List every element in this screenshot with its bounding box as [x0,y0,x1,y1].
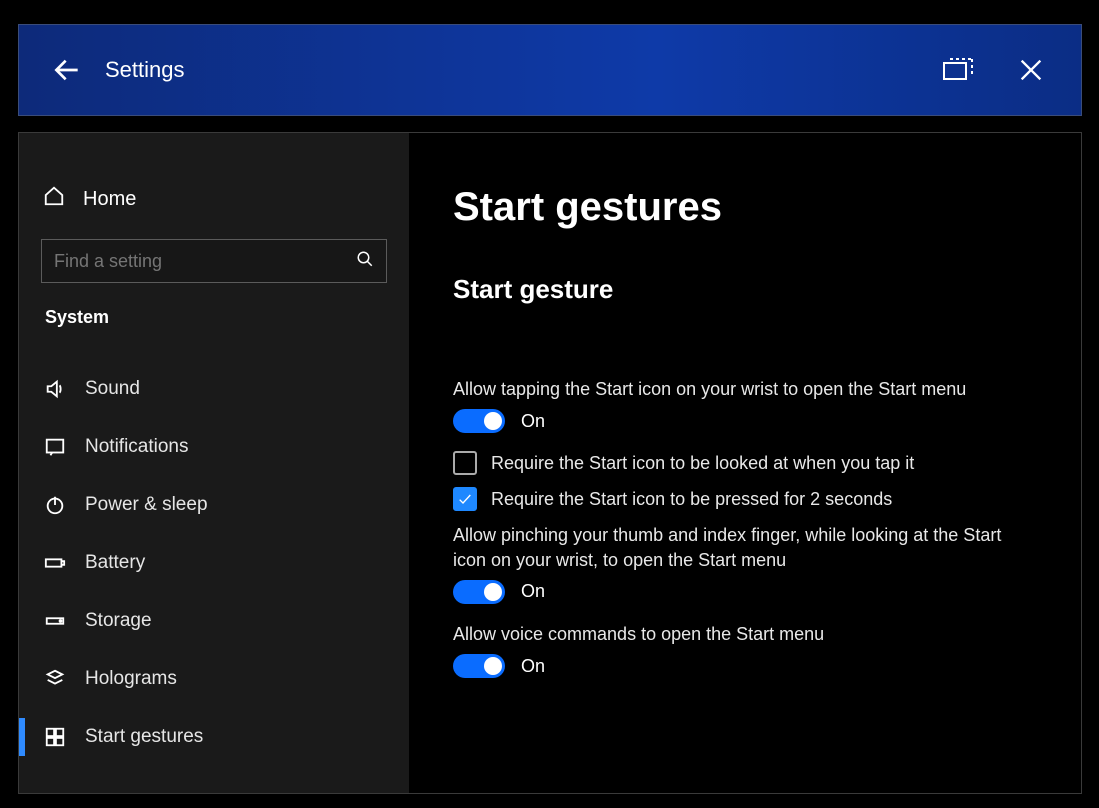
sidebar-home-label: Home [83,188,136,211]
search-icon [356,250,374,273]
window-title: Settings [105,57,185,83]
section-title: Start gesture [453,274,1021,305]
sidebar-item-label: Notifications [85,436,189,458]
start-gestures-icon [43,725,67,749]
setting-tap: Allow tapping the Start icon on your wri… [453,377,1021,433]
follow-me-icon [942,55,976,85]
setting-check-press: Require the Start icon to be pressed for… [453,487,1021,511]
search-box[interactable] [41,239,387,283]
sidebar-category: System [45,307,387,328]
search-input[interactable] [54,251,356,272]
setting-voice: Allow voice commands to open the Start m… [453,622,1021,678]
battery-icon [43,551,67,575]
setting-voice-label: Allow voice commands to open the Start m… [453,622,1013,646]
sidebar-item-start-gestures[interactable]: Start gestures [41,708,387,766]
setting-tap-label: Allow tapping the Start icon on your wri… [453,377,1013,401]
checkbox-press-label: Require the Start icon to be pressed for… [491,489,892,510]
holograms-icon [43,667,67,691]
setting-check-look: Require the Start icon to be looked at w… [453,451,1021,475]
toggle-tap-state: On [521,411,545,432]
sidebar: Home System Sound [19,133,409,793]
checkbox-press[interactable] [453,487,477,511]
checkbox-look[interactable] [453,451,477,475]
storage-icon [43,609,67,633]
toggle-voice-state: On [521,656,545,677]
setting-pinch: Allow pinching your thumb and index fing… [453,523,1021,604]
sidebar-nav: Sound Notifications Power & sleep [41,360,387,766]
sidebar-item-label: Start gestures [85,726,203,748]
close-icon [1017,56,1045,84]
toggle-pinch[interactable] [453,580,505,604]
content-pane: Start gestures Start gesture Allow tappi… [409,133,1081,793]
back-arrow-icon [51,54,83,86]
checkbox-look-label: Require the Start icon to be looked at w… [491,453,914,474]
toggle-voice[interactable] [453,654,505,678]
sidebar-item-power-sleep[interactable]: Power & sleep [41,476,387,534]
toggle-pinch-state: On [521,581,545,602]
check-icon [457,491,473,507]
sidebar-item-storage[interactable]: Storage [41,592,387,650]
page-title: Start gestures [453,185,1021,230]
close-button[interactable] [999,38,1063,102]
sidebar-item-sound[interactable]: Sound [41,360,387,418]
sidebar-item-notifications[interactable]: Notifications [41,418,387,476]
home-icon [43,185,65,213]
power-icon [43,493,67,517]
toggle-tap[interactable] [453,409,505,433]
sidebar-item-label: Storage [85,610,152,632]
setting-pinch-label: Allow pinching your thumb and index fing… [453,523,1013,572]
notifications-icon [43,435,67,459]
sidebar-item-label: Battery [85,552,145,574]
titlebar: Settings [18,24,1082,116]
back-button[interactable] [37,40,97,100]
sidebar-home[interactable]: Home [41,181,387,239]
follow-me-button[interactable] [927,38,991,102]
sound-icon [43,377,67,401]
sidebar-item-label: Sound [85,378,140,400]
sidebar-item-battery[interactable]: Battery [41,534,387,592]
sidebar-item-label: Holograms [85,668,177,690]
sidebar-item-label: Power & sleep [85,494,208,516]
sidebar-item-holograms[interactable]: Holograms [41,650,387,708]
window-body: Home System Sound [18,132,1082,794]
